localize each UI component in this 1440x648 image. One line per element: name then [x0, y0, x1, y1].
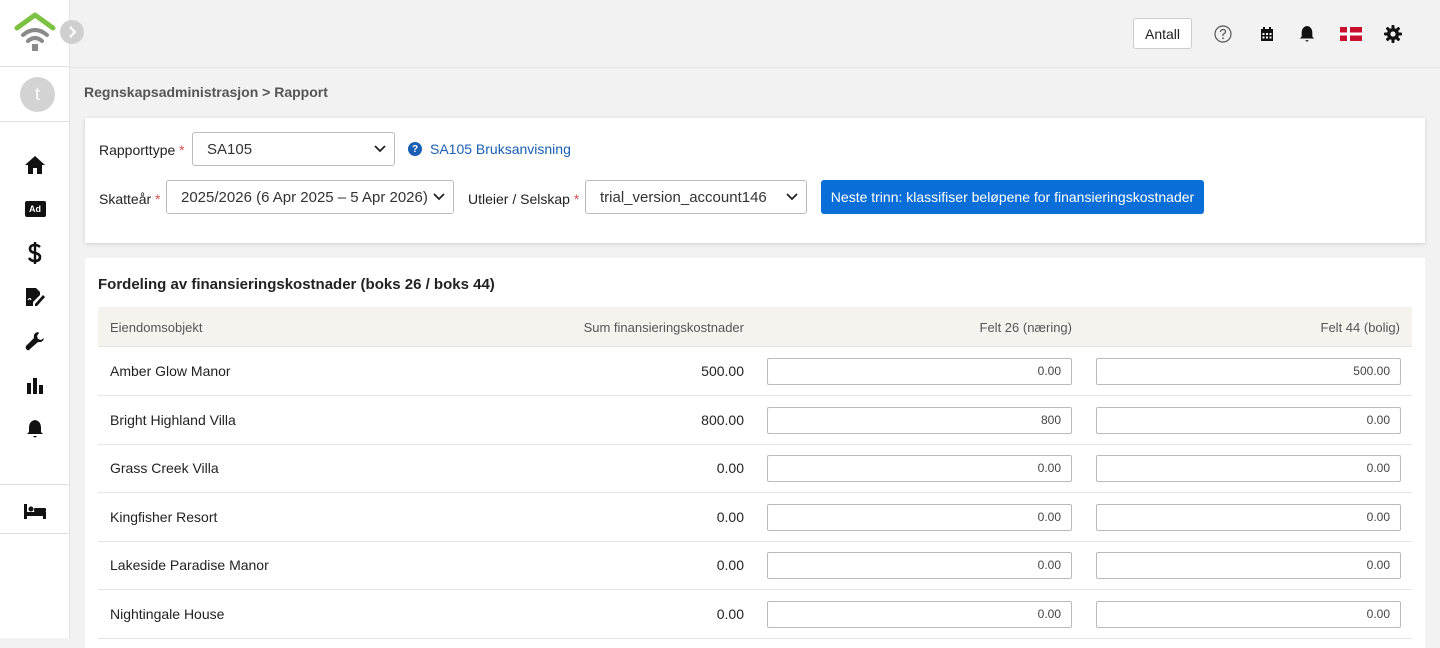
question-icon: ?	[408, 142, 422, 156]
chevron-right-icon	[69, 26, 77, 38]
box26-input[interactable]: 800	[767, 406, 1072, 434]
required-mark: *	[573, 191, 580, 207]
box44-input[interactable]: 0.00	[1096, 600, 1401, 628]
home-icon[interactable]	[22, 152, 48, 178]
chevron-down-icon	[374, 145, 386, 153]
ad-icon-text: Ad	[24, 201, 46, 217]
table-title: Fordeling av finansieringskostnader (bok…	[98, 276, 495, 293]
wrench-icon[interactable]	[22, 328, 48, 354]
chevron-down-icon	[786, 193, 798, 201]
required-mark: *	[155, 191, 161, 207]
property-name: Amber Glow Manor	[110, 363, 231, 379]
breadcrumb: Regnskapsadministrasjon > Rapport	[84, 84, 328, 100]
sa105-help-link[interactable]: ? SA105 Bruksanvisning	[408, 141, 571, 157]
table-row: Kingfisher Resort 0.00 0.00 0.00	[98, 493, 1412, 542]
box26-input[interactable]: 0.00	[767, 600, 1072, 628]
finance-cost-sum: 0.00	[716, 605, 744, 622]
next-step-button[interactable]: Neste trinn: klassifiser beløpene for fi…	[821, 180, 1204, 214]
landlord-label: Utleier / Selskap *	[468, 191, 579, 207]
property-name: Nightingale House	[110, 605, 225, 622]
filter-panel: Rapporttype * SA105 ? SA105 Bruksanvisni…	[85, 118, 1425, 243]
required-mark: *	[179, 142, 185, 158]
table-row: Nightingale House 0.00 0.00 0.00	[98, 590, 1412, 639]
finance-cost-table-card: Fordeling av finansieringskostnader (bok…	[85, 258, 1425, 648]
landlord-label-text: Utleier / Selskap	[468, 191, 570, 207]
bed-icon[interactable]	[22, 498, 48, 524]
antall-button[interactable]: Antall	[1133, 18, 1192, 49]
sidebar-divider	[0, 533, 70, 534]
report-type-value: SA105	[207, 140, 253, 158]
column-header-sum: Sum finansieringskostnader	[583, 320, 744, 335]
box44-input[interactable]: 0.00	[1096, 406, 1401, 434]
document-sign-icon[interactable]	[22, 284, 48, 310]
finance-cost-sum: 500.00	[701, 363, 744, 379]
gear-icon[interactable]	[1382, 23, 1404, 45]
landlord-select[interactable]: trial_version_account146	[585, 180, 807, 214]
table-row: Grass Creek Villa 0.00 0.00 0.00	[98, 444, 1412, 493]
property-name: Lakeside Paradise Manor	[110, 557, 269, 573]
property-name: Kingfisher Resort	[110, 508, 218, 525]
box26-input[interactable]: 0.00	[767, 552, 1072, 579]
avatar-initial: t	[34, 84, 40, 104]
box26-input[interactable]: 0.00	[767, 358, 1072, 385]
column-header-box44: Felt 44 (bolig)	[1320, 320, 1400, 335]
ad-icon[interactable]: Ad	[22, 196, 48, 222]
box44-input[interactable]: 0.00	[1096, 455, 1401, 482]
box44-input[interactable]: 0.00	[1096, 503, 1401, 531]
box44-input[interactable]: 0.00	[1096, 552, 1401, 579]
box26-input[interactable]: 0.00	[767, 503, 1072, 531]
column-header-property: Eiendomsobjekt	[110, 320, 203, 335]
sidebar: t Ad	[0, 0, 70, 638]
chevron-down-icon	[433, 193, 445, 201]
finance-cost-sum: 0.00	[716, 460, 744, 476]
report-type-select[interactable]: SA105	[192, 132, 395, 166]
sidebar-expand-button[interactable]	[60, 20, 84, 44]
tax-year-label: Skatteår *	[99, 191, 160, 207]
bell-icon[interactable]	[1296, 23, 1318, 45]
help-link-text: SA105 Bruksanvisning	[430, 141, 571, 157]
tax-year-label-text: Skatteår	[99, 191, 152, 207]
dollar-icon[interactable]	[22, 240, 48, 266]
table-row: Bright Highland Villa 800.00 800 0.00	[98, 396, 1412, 445]
property-name: Bright Highland Villa	[110, 411, 236, 428]
column-header-box26: Felt 26 (næring)	[979, 320, 1072, 335]
sidebar-divider	[0, 121, 70, 122]
box26-input[interactable]: 0.00	[767, 455, 1072, 482]
bell-icon[interactable]	[22, 416, 48, 442]
help-circle-icon[interactable]	[1212, 23, 1234, 45]
calendar-icon[interactable]	[1256, 23, 1278, 45]
box44-input[interactable]: 500.00	[1096, 358, 1401, 385]
tax-year-select[interactable]: 2025/2026 (6 Apr 2025 – 5 Apr 2026)	[166, 180, 454, 214]
property-name: Grass Creek Villa	[110, 460, 219, 476]
bar-chart-icon[interactable]	[22, 372, 48, 398]
avatar[interactable]: t	[20, 77, 55, 112]
topbar: Antall	[70, 0, 1440, 68]
tax-year-value: 2025/2026 (6 Apr 2025 – 5 Apr 2026)	[181, 188, 428, 206]
finance-cost-sum: 0.00	[716, 557, 744, 573]
table-row: Amber Glow Manor 500.00 0.00 500.00	[98, 347, 1412, 396]
flag-icon[interactable]	[1340, 23, 1362, 45]
landlord-value: trial_version_account146	[600, 188, 767, 206]
table-header: Eiendomsobjekt Sum finansieringskostnade…	[98, 307, 1412, 347]
finance-cost-sum: 800.00	[701, 411, 744, 428]
sidebar-divider	[0, 484, 70, 485]
report-type-label-text: Rapporttype	[99, 142, 176, 158]
report-type-label: Rapporttype *	[99, 142, 185, 158]
table-row: Lakeside Paradise Manor 0.00 0.00 0.00	[98, 541, 1412, 590]
finance-cost-sum: 0.00	[716, 508, 744, 525]
sidebar-divider	[0, 66, 70, 67]
home-wifi-logo-icon[interactable]	[14, 12, 56, 54]
